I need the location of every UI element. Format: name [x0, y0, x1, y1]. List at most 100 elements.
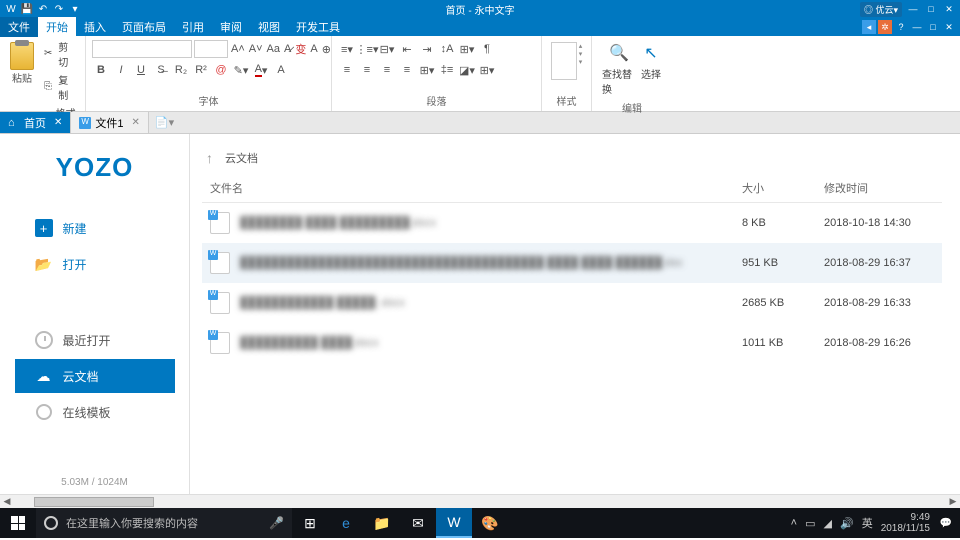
align-center-icon[interactable]: ≡: [358, 61, 376, 79]
tab-settings-icon[interactable]: ⊞▾: [458, 40, 476, 58]
borders-icon[interactable]: ⊞▾: [478, 61, 496, 79]
tab-file1[interactable]: 文件1 ✕: [71, 112, 149, 133]
col-size[interactable]: 大小: [742, 180, 824, 196]
ribbon-close-button[interactable]: ✕: [942, 20, 956, 34]
maximize-button[interactable]: □: [924, 2, 938, 16]
numbering-icon[interactable]: ⋮≡▾: [358, 40, 376, 58]
clear-format-icon[interactable]: A̷: [283, 40, 292, 58]
align-left-icon[interactable]: ≡: [338, 61, 356, 79]
sidebar-item-templates[interactable]: 在线模板: [15, 395, 175, 429]
align-right-icon[interactable]: ≡: [378, 61, 396, 79]
qat-dropdown-icon[interactable]: ▾: [68, 2, 82, 16]
file-row[interactable]: ████████████ █████ .docx 2685 KB 2018-08…: [202, 283, 942, 323]
show-marks-icon[interactable]: ¶: [478, 40, 496, 58]
paint-button[interactable]: 🎨: [472, 508, 508, 538]
scroll-track[interactable]: [14, 496, 946, 508]
tab-home[interactable]: 首页 ✕: [0, 112, 71, 133]
style-more-icon[interactable]: ▾: [579, 58, 583, 66]
copy-button[interactable]: 复制: [42, 71, 79, 103]
cut-button[interactable]: 剪切: [42, 38, 79, 70]
font-size-combo[interactable]: [194, 40, 228, 58]
ime-indicator[interactable]: 英: [862, 515, 873, 531]
save-icon[interactable]: 💾: [20, 2, 34, 16]
redo-icon[interactable]: ↷: [52, 2, 66, 16]
task-view-button[interactable]: ⊞: [292, 508, 328, 538]
sidebar-item-recent[interactable]: 最近打开: [15, 323, 175, 357]
scroll-right-icon[interactable]: ▶: [946, 495, 960, 509]
shading-icon[interactable]: ◪▾: [458, 61, 476, 79]
close-tab-icon[interactable]: ✕: [54, 117, 62, 128]
char-border-icon[interactable]: A: [309, 40, 318, 58]
find-replace-button[interactable]: 🔍 查找替换: [602, 42, 636, 96]
bullets-icon[interactable]: ≡▾: [338, 40, 356, 58]
menu-layout[interactable]: 页面布局: [114, 17, 174, 37]
taskbar-search[interactable]: 在这里输入你要搜索的内容 🎤: [36, 508, 292, 538]
style-down-icon[interactable]: ▾: [579, 50, 583, 58]
decrease-font-icon[interactable]: A˅: [248, 40, 264, 58]
edge-button[interactable]: e: [328, 508, 364, 538]
badge-gear-icon[interactable]: ✲: [878, 20, 892, 34]
style-gallery[interactable]: [551, 42, 577, 80]
new-tab-button[interactable]: 📄▾: [149, 112, 180, 133]
help-icon[interactable]: ?: [894, 20, 908, 34]
style-up-icon[interactable]: ▴: [579, 42, 583, 50]
scroll-left-icon[interactable]: ◀: [0, 495, 14, 509]
sort-icon[interactable]: ↕A: [438, 40, 456, 58]
scroll-thumb[interactable]: [34, 497, 154, 507]
decrease-indent-icon[interactable]: ⇤: [398, 40, 416, 58]
sidebar-item-new[interactable]: + 新建: [15, 211, 175, 245]
close-button[interactable]: ✕: [942, 2, 956, 16]
tray-up-icon[interactable]: ˄: [791, 517, 797, 529]
strikethrough-icon[interactable]: S̶: [152, 61, 170, 79]
explorer-button[interactable]: 📁: [364, 508, 400, 538]
italic-icon[interactable]: I: [112, 61, 130, 79]
sidebar-item-cloud[interactable]: ☁ 云文档: [15, 359, 175, 393]
multilevel-icon[interactable]: ⊟▾: [378, 40, 396, 58]
badge-left-icon[interactable]: ◂: [862, 20, 876, 34]
sidebar-item-open[interactable]: 📂 打开: [15, 247, 175, 281]
underline-icon[interactable]: U: [132, 61, 150, 79]
back-icon[interactable]: ↑: [206, 150, 213, 166]
volume-icon[interactable]: 🔊: [840, 517, 854, 530]
increase-indent-icon[interactable]: ⇥: [418, 40, 436, 58]
text-effects-icon[interactable]: @: [212, 61, 230, 79]
emphasis-icon[interactable]: R₂: [172, 61, 190, 79]
wifi-icon[interactable]: ◢: [824, 517, 832, 530]
justify-icon[interactable]: ≡: [398, 61, 416, 79]
start-button[interactable]: [0, 508, 36, 538]
distributed-icon[interactable]: ⊞▾: [418, 61, 436, 79]
file-row[interactable]: ███████████████████████████████████████ …: [202, 243, 942, 283]
phonetic-icon[interactable]: 变: [294, 40, 307, 58]
menu-start[interactable]: 开始: [38, 17, 76, 37]
font-color-icon[interactable]: A▾: [252, 61, 270, 79]
select-button[interactable]: ↖ 选择: [640, 42, 662, 96]
menu-review[interactable]: 审阅: [212, 17, 250, 37]
enclose-icon[interactable]: ⊕: [321, 40, 332, 58]
minimize-button[interactable]: —: [906, 2, 920, 16]
bold-icon[interactable]: B: [92, 61, 110, 79]
taskbar-clock[interactable]: 9:49 2018/11/15: [881, 512, 930, 534]
close-tab-icon[interactable]: ✕: [132, 117, 140, 128]
notifications-icon[interactable]: 💬: [938, 508, 954, 538]
col-time[interactable]: 修改时间: [824, 180, 934, 196]
mail-button[interactable]: ✉: [400, 508, 436, 538]
ribbon-minimize-button[interactable]: —: [910, 20, 924, 34]
menu-devtools[interactable]: 开发工具: [288, 17, 348, 37]
col-name[interactable]: 文件名: [210, 180, 742, 196]
menu-insert[interactable]: 插入: [76, 17, 114, 37]
file-row[interactable]: ██████████ ████.docx 1011 KB 2018-08-29 …: [202, 323, 942, 363]
increase-font-icon[interactable]: A˄: [230, 40, 246, 58]
horizontal-scrollbar[interactable]: ◀ ▶: [0, 494, 960, 508]
cloud-badge[interactable]: ◎ 优云▾: [860, 2, 902, 17]
menu-reference[interactable]: 引用: [174, 17, 212, 37]
paste-button[interactable]: 粘贴: [6, 38, 38, 89]
battery-icon[interactable]: ▭: [805, 517, 815, 530]
menu-view[interactable]: 视图: [250, 17, 288, 37]
yozo-app-button[interactable]: W: [436, 508, 472, 538]
font-name-combo[interactable]: [92, 40, 192, 58]
file-row[interactable]: ████████ ████ █████████.docx 8 KB 2018-1…: [202, 203, 942, 243]
ribbon-restore-button[interactable]: □: [926, 20, 940, 34]
mic-icon[interactable]: 🎤: [269, 516, 284, 530]
char-shading-icon[interactable]: A: [272, 61, 290, 79]
undo-icon[interactable]: ↶: [36, 2, 50, 16]
